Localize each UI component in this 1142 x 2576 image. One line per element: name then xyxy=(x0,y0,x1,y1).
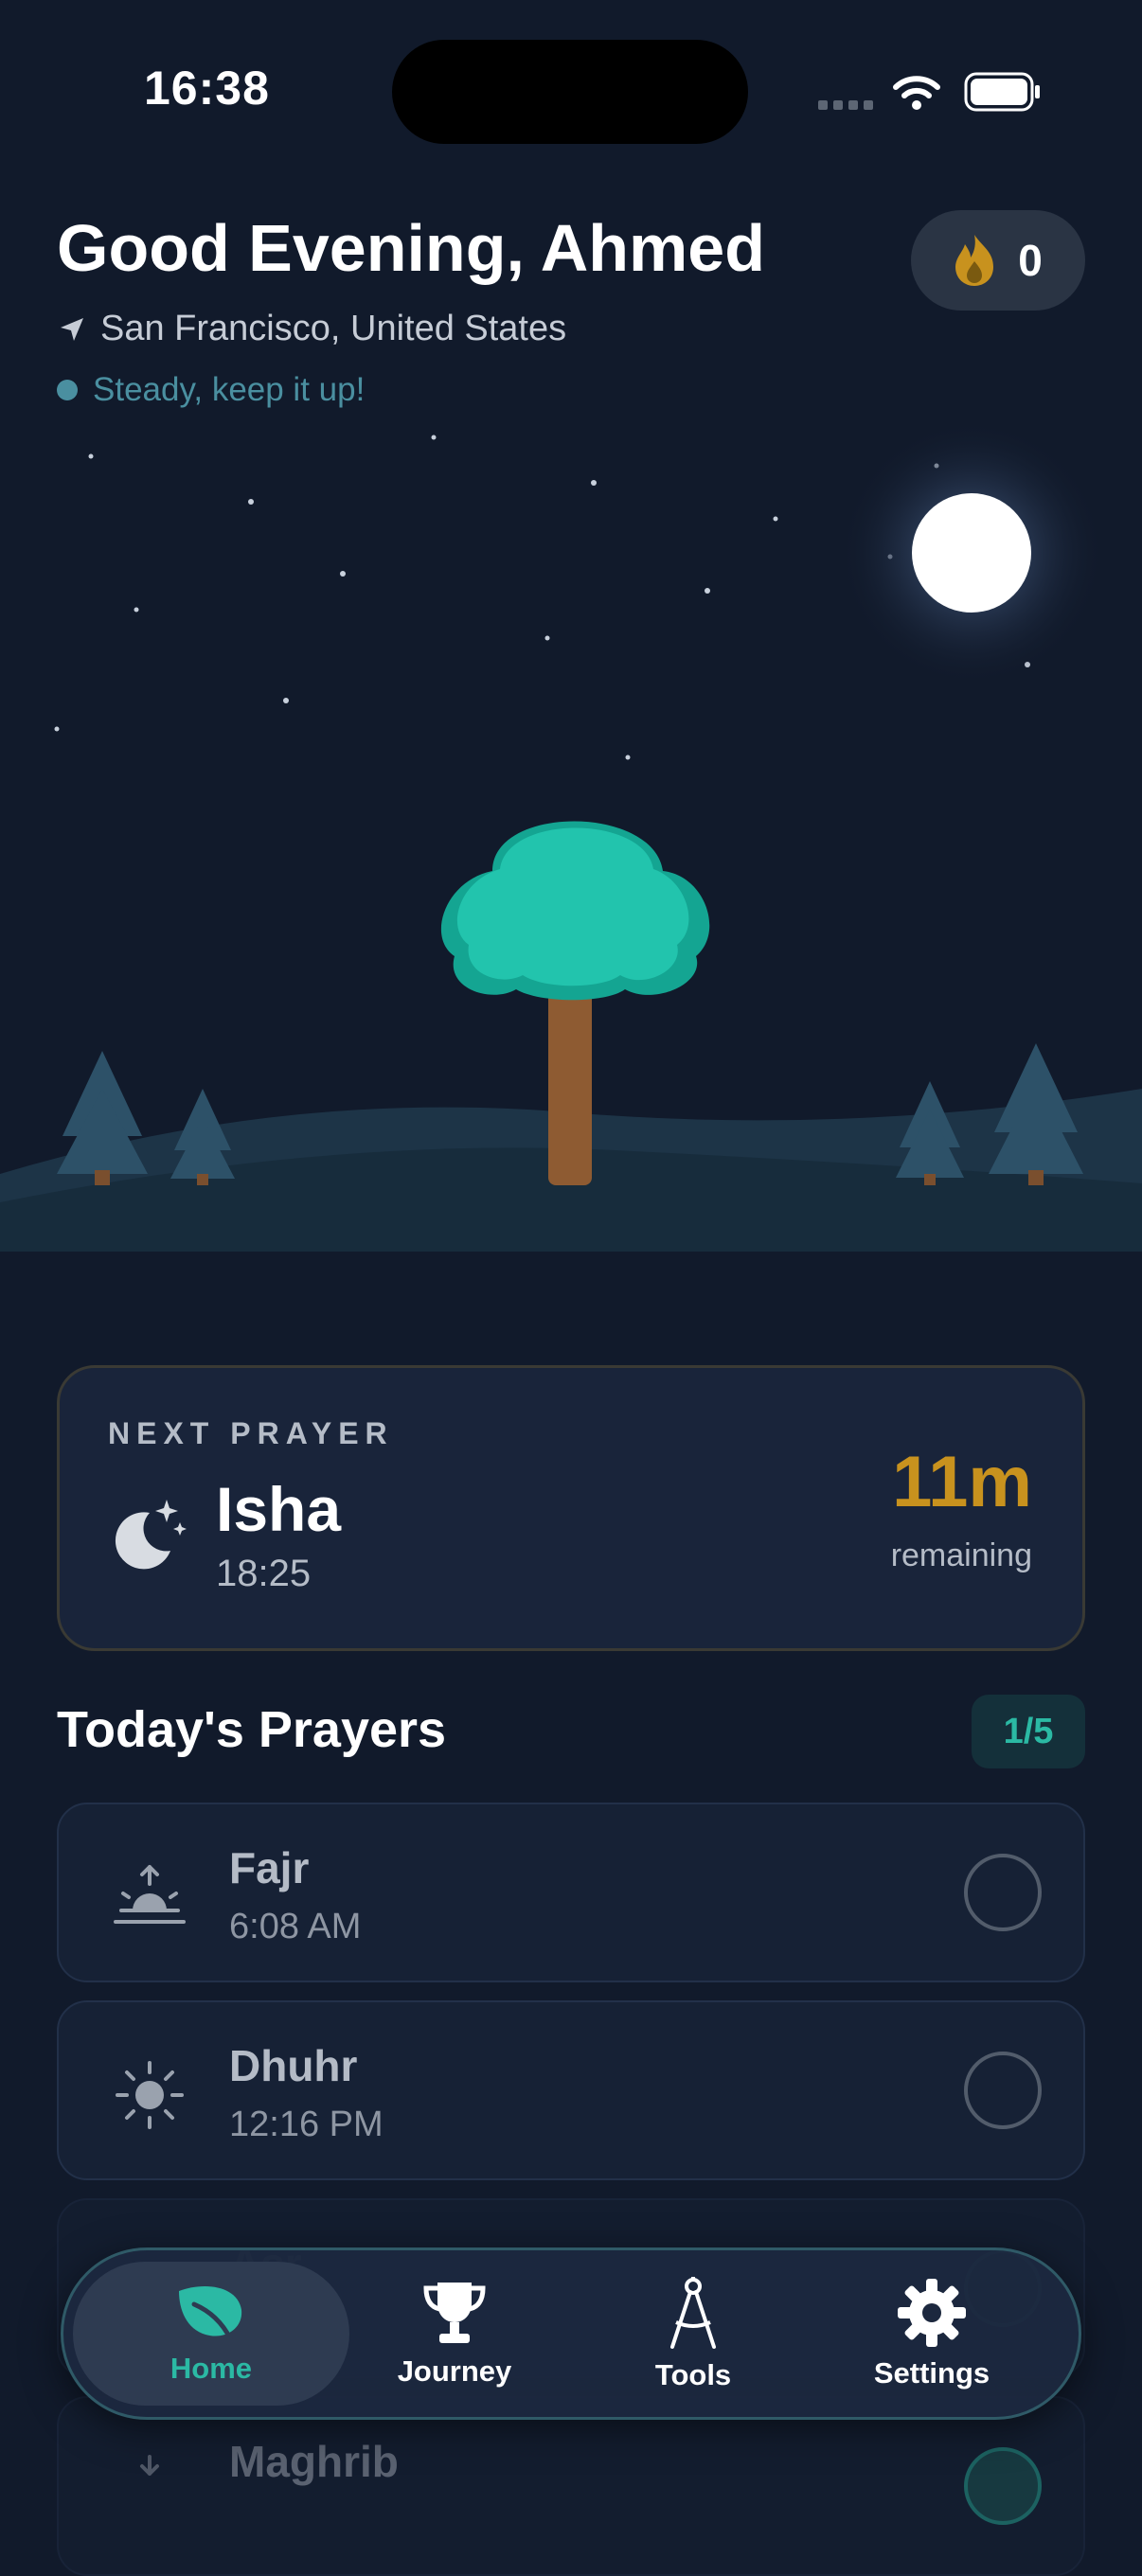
prayer-name: Maghrib xyxy=(229,2437,399,2486)
status-bar-time: 16:38 xyxy=(144,62,270,115)
todays-prayers-title: Today's Prayers xyxy=(57,1701,447,1758)
mood-text: Steady, keep it up! xyxy=(93,371,366,408)
prayers-progress-badge: 1/5 xyxy=(972,1695,1085,1768)
sun-icon xyxy=(116,2061,184,2129)
tab-tools[interactable]: Tools xyxy=(575,2262,812,2406)
cellular-signal-icon xyxy=(818,100,873,110)
location-label: San Francisco, United States xyxy=(57,309,566,349)
tab-label: Home xyxy=(170,2352,253,2385)
streak-count: 0 xyxy=(1018,236,1043,285)
moon-stars-icon xyxy=(115,1500,187,1570)
tab-home[interactable]: Home xyxy=(73,2262,349,2406)
prayer-time: 12:16 PM xyxy=(229,2105,384,2144)
prayer-name: Fajr xyxy=(229,1843,310,1892)
next-prayer-remaining-label: remaining xyxy=(890,1537,1032,1573)
tab-label: Settings xyxy=(873,2356,990,2389)
wifi-icon xyxy=(893,76,940,110)
prayer-row-dhuhr[interactable]: Dhuhr 12:16 PM xyxy=(57,2000,1085,2180)
gear-icon xyxy=(898,2279,966,2347)
compass-icon xyxy=(670,2277,716,2349)
leaf-icon xyxy=(179,2285,242,2341)
tab-label: Tools xyxy=(654,2358,732,2391)
sunrise-icon xyxy=(114,1865,186,1924)
prayer-check-toggle[interactable] xyxy=(964,1854,1042,1931)
moon xyxy=(912,493,1031,613)
tab-settings[interactable]: Settings xyxy=(813,2262,1050,2406)
next-prayer-name: Isha xyxy=(216,1474,342,1544)
greeting-title: Good Evening, Ahmed xyxy=(57,211,765,285)
prayer-row-fajr[interactable]: Fajr 6:08 AM xyxy=(57,1803,1085,1982)
mood-status: Steady, keep it up! xyxy=(57,371,365,409)
mood-dot xyxy=(57,380,78,400)
streak-badge[interactable]: 0 xyxy=(911,210,1085,311)
next-prayer-remaining-value: 11m xyxy=(892,1442,1032,1522)
location-text: San Francisco, United States xyxy=(100,309,567,348)
prayer-check-toggle[interactable] xyxy=(964,2052,1042,2129)
dynamic-island xyxy=(392,40,748,144)
prayer-name: Dhuhr xyxy=(229,2041,358,2090)
prayer-check-toggle[interactable] xyxy=(964,2447,1042,2525)
night-scene-illustration xyxy=(0,0,1142,1252)
battery-icon xyxy=(964,72,1040,112)
tab-journey[interactable]: Journey xyxy=(336,2262,573,2406)
tab-label: Journey xyxy=(397,2354,512,2388)
sunset-icon xyxy=(140,2455,159,2476)
location-arrow-icon xyxy=(61,317,83,341)
prayer-row-maghrib[interactable]: Maghrib xyxy=(57,2396,1085,2576)
bottom-tab-bar: Home Journey Tools Settings xyxy=(61,2247,1081,2420)
next-prayer-time: 18:25 xyxy=(216,1553,312,1594)
next-prayer-label: NEXT PRAYER xyxy=(108,1416,394,1450)
trophy-icon xyxy=(423,2283,486,2343)
flame-icon xyxy=(955,235,994,286)
prayer-time: 6:08 AM xyxy=(229,1907,362,1946)
